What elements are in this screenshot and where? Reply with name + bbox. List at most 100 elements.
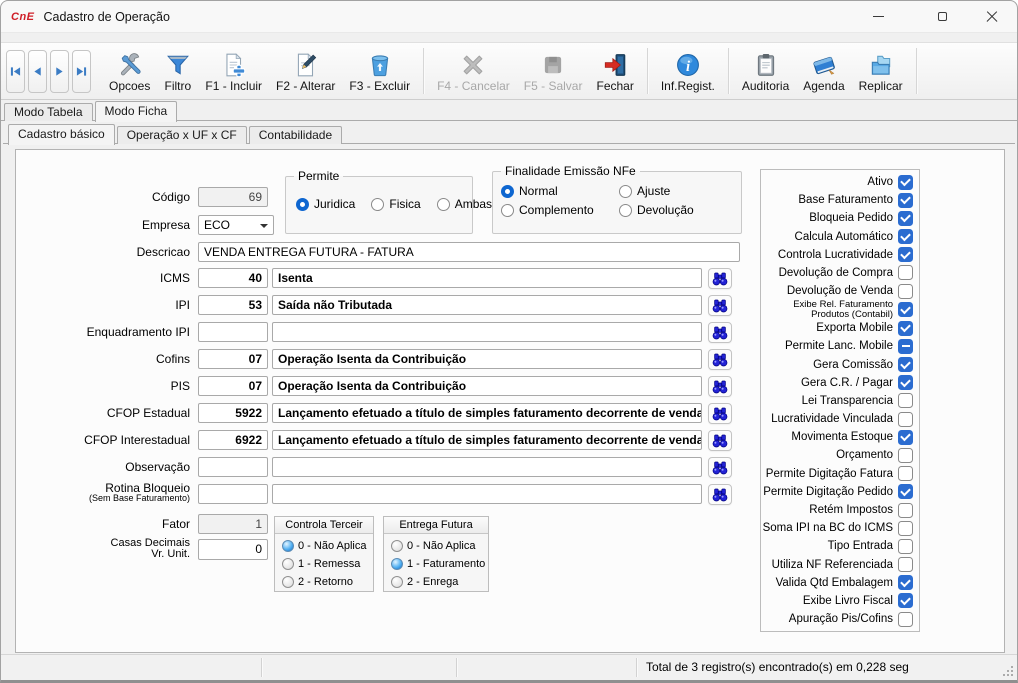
radio-ajuste[interactable]: Ajuste — [619, 184, 741, 198]
checkbox-bloqueia-pedido[interactable] — [898, 211, 913, 226]
toolbar-button-f1-incluir[interactable]: F1 - Incluir — [198, 45, 269, 97]
radio-0-n-o-aplica[interactable]: 0 - Não Aplica — [282, 537, 373, 555]
checkbox-exibe-rel-faturamento[interactable] — [898, 302, 913, 317]
cfop-interestadual-lookup-button[interactable] — [708, 430, 732, 451]
ipi-code-field[interactable]: 53 — [198, 295, 268, 315]
nav-first-button[interactable] — [6, 50, 25, 93]
codigo-label: Código — [16, 187, 190, 207]
status-total-text: Total de 3 registro(s) encontrado(s) em … — [646, 660, 909, 674]
chevron-down-icon — [260, 224, 268, 228]
toolbar-button-f4-cancelar: F4 - Cancelar — [430, 45, 517, 97]
checkbox-or-amento[interactable] — [898, 448, 913, 463]
clipboard-icon — [752, 51, 779, 78]
checkbox-apura-o-pis-cofins[interactable] — [898, 612, 913, 627]
enquadramento-ipi-desc-field[interactable] — [272, 322, 702, 342]
pis-lookup-button[interactable] — [708, 376, 732, 397]
checkbox-gera-comiss-o[interactable] — [898, 357, 913, 372]
observa-o-code-field[interactable] — [198, 457, 268, 477]
subtab-contabilidade[interactable]: Contabilidade — [249, 126, 342, 144]
checkbox-soma-ipi-na-bc-do-icms[interactable] — [898, 521, 913, 536]
radio-normal[interactable]: Normal — [501, 184, 619, 198]
rotina-bloqueio-code-field[interactable] — [198, 484, 268, 504]
subtab-cadastro-b-sico[interactable]: Cadastro básico — [8, 124, 115, 145]
empresa-combobox[interactable]: ECO — [198, 215, 274, 235]
resize-grip[interactable] — [1011, 674, 1013, 676]
checkbox-ret-m-impostos[interactable] — [898, 503, 913, 518]
nav-prior-button[interactable] — [28, 50, 47, 93]
checkbox-tipo-entrada[interactable] — [898, 539, 913, 554]
checkbox-ativo[interactable] — [898, 175, 913, 190]
toolbar-button-inf-regist[interactable]: iInf.Regist. — [654, 45, 722, 97]
toolbar-button-replicar[interactable]: Replicar — [852, 45, 910, 97]
checkbox-lucratividade-vinculada[interactable] — [898, 412, 913, 427]
radio-unselected-icon — [391, 576, 403, 588]
icms-code-field[interactable]: 40 — [198, 268, 268, 288]
minimize-button[interactable] — [855, 1, 902, 32]
toolbar-button-fechar[interactable]: Fechar — [589, 45, 640, 97]
checkbox-exibe-livro-fiscal[interactable] — [898, 593, 913, 608]
cfop-estadual-code-field[interactable]: 5922 — [198, 403, 268, 423]
toolbar-button-filtro[interactable]: Filtro — [157, 45, 198, 97]
toolbar-button-auditoria[interactable]: Auditoria — [735, 45, 796, 97]
checkbox-lei-transparencia[interactable] — [898, 393, 913, 408]
casas-decimais-field[interactable]: 0 — [198, 539, 268, 560]
icms-desc-field[interactable]: Isenta — [272, 268, 702, 288]
radio-2-retorno[interactable]: 2 - Retorno — [282, 573, 373, 591]
radio-2-enrega[interactable]: 2 - Enrega — [391, 573, 488, 591]
ipi-desc-field[interactable]: Saída não Tributada — [272, 295, 702, 315]
entrega-futura-group: Entrega Futura 0 - Não Aplica1 - Faturam… — [383, 516, 489, 592]
enquadramento-ipi-code-field[interactable] — [198, 322, 268, 342]
enquadramento-ipi-lookup-button[interactable] — [708, 322, 732, 343]
cfop-interestadual-code-field[interactable]: 6922 — [198, 430, 268, 450]
subtab-opera-o-x-uf-x-cf[interactable]: Operação x UF x CF — [117, 126, 247, 144]
maximize-button[interactable] — [919, 1, 966, 32]
checkbox-permite-digita-o-fatura[interactable] — [898, 466, 913, 481]
checkbox-controla-lucratividade[interactable] — [898, 247, 913, 262]
radio-1-remessa[interactable]: 1 - Remessa — [282, 555, 373, 573]
tab-modo-tabela[interactable]: Modo Tabela — [4, 103, 93, 121]
close-button[interactable] — [968, 1, 1015, 32]
pis-code-field[interactable]: 07 — [198, 376, 268, 396]
checkbox-exporta-mobile[interactable] — [898, 321, 913, 336]
rotina-bloqueio-lookup-button[interactable] — [708, 484, 732, 505]
nav-last-button[interactable] — [72, 50, 91, 93]
descricao-field[interactable]: VENDA ENTREGA FUTURA - FATURA — [198, 242, 740, 262]
checkbox-utiliza-nf-referenciada[interactable] — [898, 557, 913, 572]
cofins-lookup-button[interactable] — [708, 349, 732, 370]
icms-lookup-button[interactable] — [708, 268, 732, 289]
pis-desc-field[interactable]: Operação Isenta da Contribuição — [272, 376, 702, 396]
cfop-interestadual-desc-field[interactable]: Lançamento efetuado a título de simples … — [272, 430, 702, 450]
checkbox-gera-c-r-pagar[interactable] — [898, 375, 913, 390]
radio-0-n-o-aplica[interactable]: 0 - Não Aplica — [391, 537, 488, 555]
ipi-lookup-button[interactable] — [708, 295, 732, 316]
radio-juridica[interactable]: Juridica — [296, 197, 355, 211]
checkbox-calcula-autom-tico[interactable] — [898, 229, 913, 244]
checkbox-valida-qtd-embalagem[interactable] — [898, 575, 913, 590]
observa-o-desc-field[interactable] — [272, 457, 702, 477]
checkbox-devolu-o-de-compra[interactable] — [898, 265, 913, 280]
radio-1-faturamento[interactable]: 1 - Faturamento — [391, 555, 488, 573]
nav-next-button[interactable] — [50, 50, 69, 93]
cofins-desc-field[interactable]: Operação Isenta da Contribuição — [272, 349, 702, 369]
radio-devolu-o[interactable]: Devolução — [619, 203, 741, 217]
checkbox-permite-lanc-mobile[interactable] — [898, 339, 913, 354]
toolbar-button-agenda[interactable]: Agenda — [796, 45, 851, 97]
observa-o-lookup-button[interactable] — [708, 457, 732, 478]
toolbar-button-f2-alterar[interactable]: F2 - Alterar — [269, 45, 342, 97]
cofins-code-field[interactable]: 07 — [198, 349, 268, 369]
radio-ambas[interactable]: Ambas — [437, 197, 492, 211]
cfop-estadual-lookup-button[interactable] — [708, 403, 732, 424]
toolbar-button-f3-excluir[interactable]: F3 - Excluir — [342, 45, 417, 97]
checkbox-devolu-o-de-venda[interactable] — [898, 284, 913, 299]
checkbox-permite-digita-o-pedido[interactable] — [898, 484, 913, 499]
radio-complemento[interactable]: Complemento — [501, 203, 619, 217]
checkbox-base-faturamento[interactable] — [898, 193, 913, 208]
rotina-bloqueio-label: Rotina Bloqueio(Sem Base Faturamento) — [16, 482, 190, 503]
toolbar-button-opcoes[interactable]: Opcoes — [102, 45, 157, 97]
radio-fisica[interactable]: Fisica — [371, 197, 420, 211]
tab-modo-ficha[interactable]: Modo Ficha — [95, 101, 178, 122]
status-bar: Total de 3 registro(s) encontrado(s) em … — [1, 654, 1017, 680]
checkbox-movimenta-estoque[interactable] — [898, 430, 913, 445]
rotina-bloqueio-desc-field[interactable] — [272, 484, 702, 504]
cfop-estadual-desc-field[interactable]: Lançamento efetuado a título de simples … — [272, 403, 702, 423]
